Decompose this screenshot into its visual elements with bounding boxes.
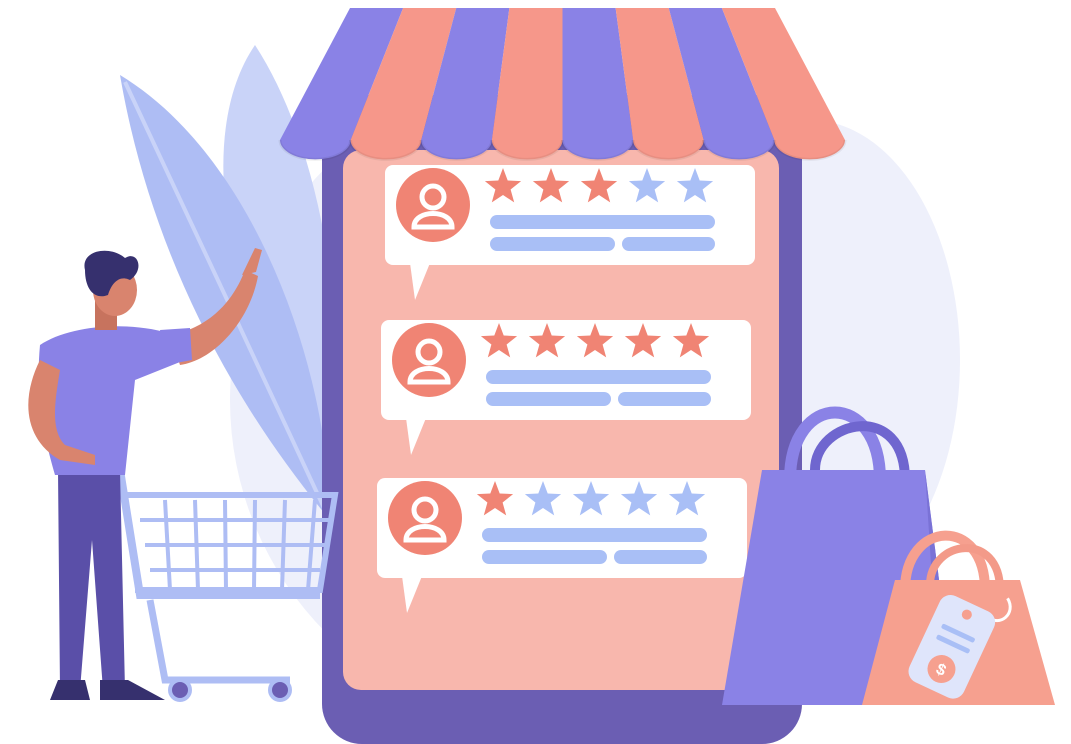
review-text-line bbox=[622, 237, 715, 251]
store-awning bbox=[278, 8, 847, 161]
review-text-line bbox=[614, 550, 707, 564]
illustration-canvas: $ bbox=[28, 8, 1055, 744]
user-avatar-icon bbox=[392, 323, 466, 397]
user-avatar-icon bbox=[388, 481, 462, 555]
review-text-line bbox=[482, 550, 607, 564]
user-avatar-icon bbox=[396, 168, 470, 242]
shopper-person bbox=[28, 248, 262, 700]
online-store-reviews-illustration: $ bbox=[0, 0, 1071, 744]
review-text-line bbox=[618, 392, 711, 406]
review-text-line bbox=[486, 392, 611, 406]
review-text-line bbox=[486, 370, 711, 384]
person-pants bbox=[58, 470, 125, 690]
review-list bbox=[377, 165, 755, 613]
review-text-line bbox=[482, 528, 707, 542]
review-text-line bbox=[490, 215, 715, 229]
review-text-line bbox=[490, 237, 615, 251]
